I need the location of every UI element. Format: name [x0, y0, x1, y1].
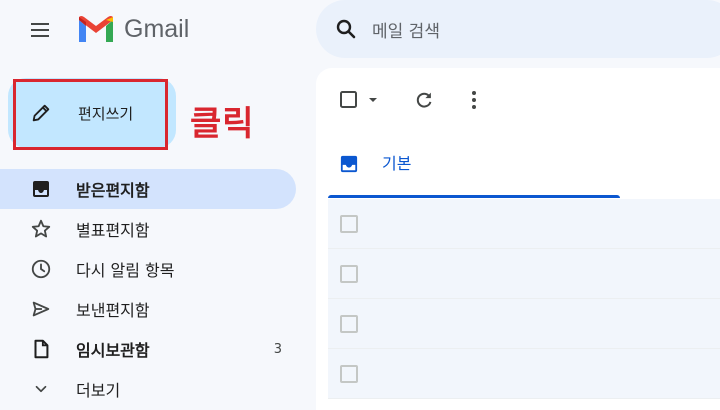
checkbox-dropdown-icon [340, 91, 377, 108]
more-options-button[interactable] [460, 86, 488, 114]
sidebar-item-label: 임시보관함 [76, 341, 150, 360]
main-menu-button[interactable] [16, 10, 64, 50]
star-icon [30, 218, 52, 240]
sidebar-item-snoozed[interactable]: 다시 알림 항목 [0, 249, 296, 289]
sidebar-item-label: 더보기 [76, 381, 121, 400]
chevron-down-icon [30, 378, 52, 400]
clock-icon [30, 258, 52, 280]
search-bar[interactable]: 메일 검색 [316, 0, 720, 58]
table-row[interactable] [328, 349, 720, 399]
sidebar-item-starred[interactable]: 별표편지함 [0, 209, 296, 249]
click-annotation: 클릭 [190, 104, 255, 144]
gmail-m-icon [79, 16, 113, 42]
table-row[interactable] [328, 299, 720, 349]
refresh-button[interactable] [410, 86, 438, 114]
table-row[interactable] [328, 199, 720, 249]
sidebar-item-drafts[interactable]: 임시보관함 3 [0, 329, 296, 369]
more-vert-icon [472, 91, 476, 109]
send-icon [30, 298, 52, 320]
sidebar-item-label: 보낸편지함 [76, 301, 150, 320]
pencil-icon [32, 104, 50, 122]
inbox-icon [340, 155, 358, 173]
row-checkbox[interactable] [340, 265, 358, 283]
sidebar-item-sent[interactable]: 보낸편지함 [0, 289, 296, 329]
row-checkbox[interactable] [340, 315, 358, 333]
compose-button[interactable]: 편지쓰기 [8, 78, 176, 148]
gmail-wordmark: Gmail [124, 14, 190, 43]
search-icon[interactable] [334, 17, 358, 41]
search-input[interactable]: 메일 검색 [372, 17, 440, 42]
refresh-icon [416, 92, 432, 108]
draft-icon [30, 338, 52, 360]
select-all-checkbox[interactable] [334, 86, 382, 114]
sidebar-item-label: 별표편지함 [76, 221, 150, 240]
sidebar-item-inbox[interactable]: 받은편지함 [0, 169, 296, 209]
sidebar-item-more[interactable]: 더보기 [0, 369, 296, 409]
table-row[interactable] [328, 249, 720, 299]
row-checkbox[interactable] [340, 215, 358, 233]
row-checkbox[interactable] [340, 365, 358, 383]
gmail-logo[interactable]: Gmail [76, 12, 189, 46]
drafts-count-badge: 3 [273, 341, 282, 357]
tab-active-indicator [328, 195, 620, 198]
tab-primary[interactable] [328, 140, 620, 198]
hamburger-icon [31, 23, 49, 37]
inbox-icon [30, 178, 52, 200]
compose-label: 편지쓰기 [78, 104, 134, 123]
tab-primary-label: 기본 [382, 154, 412, 173]
sidebar-item-label: 받은편지함 [76, 181, 150, 200]
sidebar-item-label: 다시 알림 항목 [76, 261, 175, 280]
